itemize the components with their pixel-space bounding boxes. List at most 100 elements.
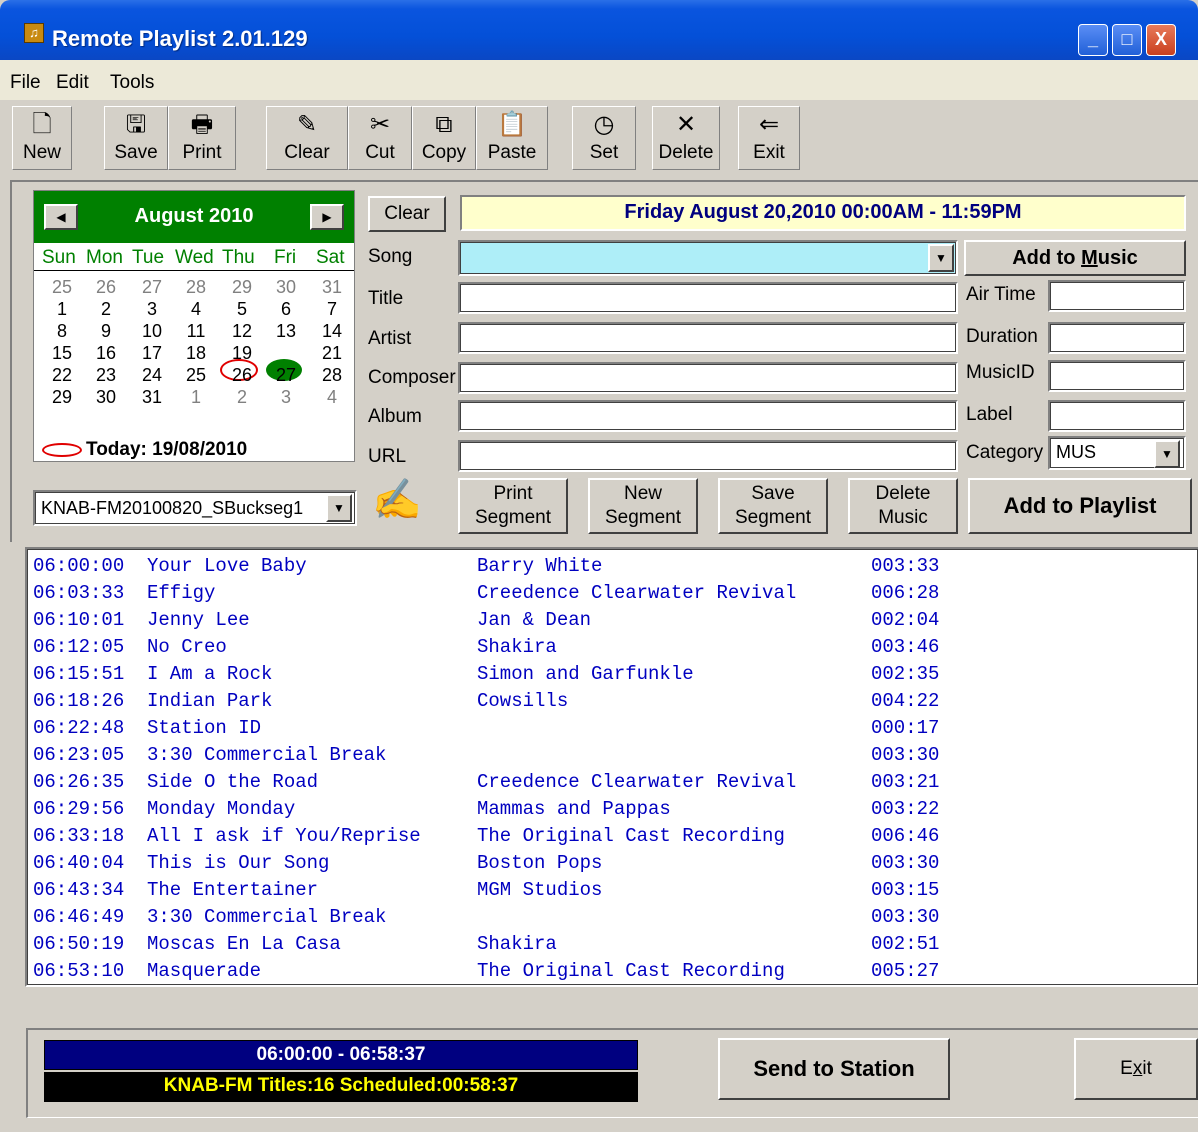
prev-month-button[interactable]: ◀ (44, 204, 78, 230)
calendar-day[interactable]: 26 (84, 277, 128, 298)
calendar-day[interactable]: 3 (264, 387, 308, 408)
row-time: 06:18:26 (33, 690, 125, 712)
calendar-day[interactable]: 30 (264, 277, 308, 298)
song-combo[interactable] (458, 240, 958, 276)
segment-dropdown-button[interactable]: ▼ (326, 494, 352, 522)
print-segment-button[interactable]: Print Segment (458, 478, 568, 534)
set-button[interactable]: ◷ Set (572, 106, 636, 170)
menu-file[interactable]: File (10, 72, 41, 94)
close-button[interactable]: X (1146, 24, 1176, 56)
calendar-day[interactable]: 12 (220, 321, 264, 342)
calendar-day[interactable]: 21 (310, 343, 354, 364)
artist-label: Artist (368, 328, 412, 349)
album-input[interactable] (458, 400, 958, 432)
add-to-music-button[interactable]: Add to Music (964, 240, 1186, 276)
url-input[interactable] (458, 440, 958, 472)
calendar-day[interactable]: 25 (174, 365, 218, 386)
calendar-day[interactable]: 14 (310, 321, 354, 342)
duration-input[interactable] (1048, 322, 1186, 354)
category-value: MUS (1056, 442, 1096, 462)
calendar-day[interactable]: 5 (220, 299, 264, 320)
calendar-day[interactable]: 13 (264, 321, 308, 342)
menu-edit[interactable]: Edit (56, 72, 89, 94)
music-id-input[interactable] (1048, 360, 1186, 392)
calendar-day[interactable]: 2 (220, 387, 264, 408)
clear-button[interactable]: ✎ Clear (266, 106, 348, 170)
calendar-day[interactable]: 29 (40, 387, 84, 408)
calendar-month-title: August 2010 (134, 205, 254, 227)
exit-button[interactable]: Exit (1074, 1038, 1198, 1100)
artist-input[interactable] (458, 322, 958, 354)
calendar-day[interactable]: 22 (40, 365, 84, 386)
label-input[interactable] (1048, 400, 1186, 432)
exit-text-end: it (1142, 1058, 1152, 1079)
calendar-day[interactable]: 19 (220, 343, 264, 364)
calendar-day[interactable]: 3 (130, 299, 174, 320)
calendar-day[interactable]: 23 (84, 365, 128, 386)
calendar-day[interactable]: 20 (264, 343, 308, 364)
calendar-weekday-row: Sun Mon Tue Wed Thu Fri Sat (34, 247, 354, 271)
calendar-day[interactable]: 30 (84, 387, 128, 408)
calendar-day[interactable]: 27 (130, 277, 174, 298)
send-to-station-button[interactable]: Send to Station (718, 1038, 950, 1100)
delete-music-button[interactable]: Delete Music (848, 478, 958, 534)
add-to-playlist-button[interactable]: Add to Playlist (968, 478, 1192, 534)
copy-button[interactable]: ⧉ Copy (412, 106, 476, 170)
calendar-day[interactable]: 26 (220, 365, 264, 386)
calendar-day[interactable]: 18 (174, 343, 218, 364)
air-time-input[interactable] (1048, 280, 1186, 312)
exit-toolbar-button[interactable]: ⇐ Exit (738, 106, 800, 170)
save-button[interactable]: 🖫 Save (104, 106, 168, 170)
calendar-day[interactable]: 7 (310, 299, 354, 320)
category-dropdown-button[interactable]: ▼ (1154, 440, 1180, 468)
segment-select[interactable]: KNAB-FM20100820_SBuckseg1 (33, 490, 357, 526)
calendar-day[interactable]: 29 (220, 277, 264, 298)
paste-button[interactable]: 📋 Paste (476, 106, 548, 170)
calendar-day[interactable]: 6 (264, 299, 308, 320)
maximize-button[interactable]: □ (1112, 24, 1142, 56)
calendar-day[interactable]: 4 (310, 387, 354, 408)
calendar-day[interactable]: 17 (130, 343, 174, 364)
today-label: Today: 19/08/2010 (86, 439, 248, 460)
save-segment-text-2: Segment (734, 507, 812, 528)
set-label: Set (589, 142, 619, 163)
clear-pencil-icon: ✎ (296, 111, 318, 138)
print-button[interactable]: 🖶 Print (168, 106, 236, 170)
next-month-button[interactable]: ▶ (310, 204, 344, 230)
delete-button[interactable]: ✕ Delete (652, 106, 720, 170)
song-dropdown-button[interactable]: ▼ (928, 244, 954, 272)
new-button[interactable]: 🗋 New (12, 106, 72, 170)
title-input[interactable] (458, 282, 958, 314)
calendar-day[interactable]: 16 (84, 343, 128, 364)
calendar-day[interactable]: 11 (174, 321, 218, 342)
calendar-day[interactable]: 9 (84, 321, 128, 342)
calendar-day[interactable]: 31 (310, 277, 354, 298)
playlist[interactable]: 06:00:00 Your Love Baby Barry White 003:33 0… (25, 547, 1198, 987)
form-clear-button[interactable]: Clear (368, 196, 446, 232)
calendar-day[interactable]: 4 (174, 299, 218, 320)
composer-input[interactable] (458, 362, 958, 394)
save-segment-button[interactable]: Save Segment (718, 478, 828, 534)
calendar-day[interactable]: 28 (174, 277, 218, 298)
calendar-day[interactable]: 1 (40, 299, 84, 320)
calendar-day[interactable]: 24 (130, 365, 174, 386)
row-artist: Shakira (477, 933, 557, 955)
cut-button[interactable]: ✂ Cut (348, 106, 412, 170)
minimize-button[interactable]: _ (1078, 24, 1108, 56)
music-id-label: MusicID (966, 362, 1035, 383)
calendar-day[interactable]: 28 (310, 365, 354, 386)
calendar-day[interactable]: 1 (174, 387, 218, 408)
calendar-day[interactable]: 25 (40, 277, 84, 298)
new-segment-button[interactable]: New Segment (588, 478, 698, 534)
calendar-day[interactable]: 15 (40, 343, 84, 364)
menu-tools[interactable]: Tools (110, 72, 154, 94)
calendar-day[interactable]: 27 (264, 365, 308, 386)
calendar-day[interactable]: 10 (130, 321, 174, 342)
calendar-day[interactable]: 8 (40, 321, 84, 342)
today-button[interactable]: Today: 19/08/2010 (42, 439, 247, 461)
printer-icon: 🖶 (190, 111, 214, 138)
row-time: 06:03:33 (33, 582, 125, 604)
today-circle-icon (42, 442, 82, 457)
calendar-day[interactable]: 2 (84, 299, 128, 320)
calendar-day[interactable]: 31 (130, 387, 174, 408)
